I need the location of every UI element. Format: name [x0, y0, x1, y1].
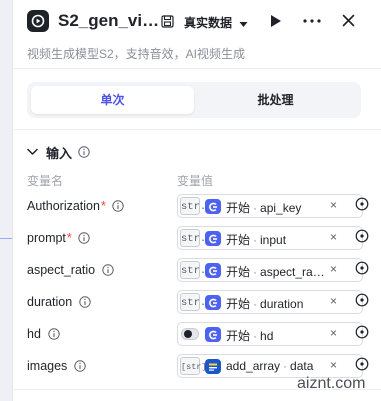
play-icon[interactable]: [270, 14, 282, 28]
info-icon[interactable]: [48, 328, 60, 340]
required-mark: *: [66, 231, 72, 245]
ref-separator: ·: [283, 359, 288, 373]
start-node-icon: [205, 263, 221, 278]
ref-separator: ·: [253, 233, 258, 247]
input-section-header[interactable]: 输入: [27, 142, 90, 162]
clear-icon[interactable]: ×: [330, 262, 337, 276]
start-node-icon: [205, 327, 221, 342]
variable-reference-field[interactable]: 开始 · hd ×: [177, 322, 363, 346]
data-source-label: 真实数据: [184, 16, 233, 30]
type-tag: [str]: [180, 357, 207, 375]
boolean-type-icon: [181, 328, 199, 340]
clear-icon[interactable]: ×: [330, 326, 337, 340]
ref-variable: data: [290, 359, 314, 373]
ref-node: 开始: [226, 233, 251, 247]
variable-name: duration: [27, 295, 73, 309]
info-icon[interactable]: [112, 200, 124, 212]
type-tag: str.: [180, 197, 206, 215]
save-icon[interactable]: [161, 15, 174, 28]
start-node-icon: [205, 295, 221, 310]
node-title: S2_gen_vi…: [58, 11, 158, 30]
start-node-icon: [205, 231, 221, 246]
header-divider: [13, 68, 381, 69]
input-row-hd: hd 开始 · hd ×: [13, 322, 381, 348]
info-icon[interactable]: [78, 146, 90, 158]
variable-name: images: [27, 359, 68, 373]
chevron-down-icon[interactable]: [27, 143, 38, 161]
data-source-select[interactable]: 真实数据: [184, 14, 248, 31]
clear-icon[interactable]: ×: [330, 294, 337, 308]
watermark: aiznt.com: [297, 375, 366, 392]
ref-separator: ·: [253, 329, 258, 343]
tab-batch[interactable]: 批处理: [194, 86, 357, 114]
variable-name: Authorization: [27, 199, 100, 213]
input-row-duration: duration str. 开始 · duration ×: [13, 290, 381, 316]
ref-separator: ·: [253, 265, 258, 279]
tab-single[interactable]: 单次: [31, 86, 194, 114]
info-icon[interactable]: [78, 232, 90, 244]
ref-node: 开始: [226, 297, 251, 311]
target-icon[interactable]: [355, 261, 369, 280]
panel-header: S2_gen_vi… 真实数据: [13, 0, 381, 44]
variable-reference-field[interactable]: str. 开始 · api_key ×: [177, 194, 363, 218]
section-title: 输入: [46, 145, 73, 161]
add-array-node-icon: [205, 359, 221, 374]
info-icon[interactable]: [79, 296, 91, 308]
info-icon[interactable]: [74, 360, 86, 372]
ref-variable: hd: [260, 329, 274, 343]
variable-name: aspect_ratio: [27, 263, 96, 277]
clear-icon[interactable]: ×: [330, 198, 337, 212]
target-icon[interactable]: [355, 325, 369, 344]
type-tag: str.: [180, 229, 206, 247]
variable-reference-field[interactable]: str. 开始 · input ×: [177, 226, 363, 250]
variable-reference-field[interactable]: str. 开始 · duration ×: [177, 290, 363, 314]
info-icon[interactable]: [102, 264, 114, 276]
ref-node: 开始: [226, 201, 251, 215]
input-row-prompt: prompt * str. 开始 · input ×: [13, 226, 381, 252]
tabs-divider: [13, 129, 381, 130]
chevron-down-icon: [239, 17, 248, 31]
node-test-panel: S2_gen_vi… 真实数据 视频生成模型S2，支持音效，AI视频生成 单次 …: [12, 0, 381, 401]
ref-separator: ·: [253, 297, 258, 311]
ref-node: 开始: [226, 265, 251, 279]
mode-tabs: 单次 批处理: [27, 82, 361, 118]
column-header-name: 变量名: [27, 174, 64, 188]
app-logo-icon: [27, 10, 49, 32]
variable-reference-field[interactable]: str. 开始 · aspect_ra… ×: [177, 258, 363, 282]
variable-name: hd: [27, 327, 41, 341]
node-description: 视频生成模型S2，支持音效，AI视频生成: [27, 47, 246, 61]
ref-variable: input: [260, 233, 287, 247]
input-row-authorization: Authorization * str. 开始 · api_key ×: [13, 194, 381, 220]
start-node-icon: [205, 199, 221, 214]
canvas-connector-line: [0, 238, 12, 239]
target-icon[interactable]: [355, 293, 369, 312]
clear-icon[interactable]: ×: [330, 358, 337, 372]
target-icon[interactable]: [355, 229, 369, 248]
more-icon[interactable]: [303, 19, 321, 23]
ref-node: add_array: [226, 359, 281, 373]
target-icon[interactable]: [355, 357, 369, 376]
input-row-aspect-ratio: aspect_ratio str. 开始 · aspect_ra… ×: [13, 258, 381, 284]
type-tag: str.: [180, 261, 206, 279]
ref-node: 开始: [226, 329, 251, 343]
ref-separator: ·: [253, 201, 258, 215]
clear-icon[interactable]: ×: [330, 230, 337, 244]
column-header-value: 变量值: [177, 174, 214, 188]
ref-variable: api_key: [260, 201, 302, 215]
variable-name: prompt: [27, 231, 66, 245]
target-icon[interactable]: [355, 197, 369, 216]
ref-variable: aspect_ra…: [260, 265, 325, 279]
type-tag: str.: [180, 293, 206, 311]
required-mark: *: [100, 199, 106, 213]
close-icon[interactable]: [342, 14, 355, 27]
ref-variable: duration: [260, 297, 304, 311]
